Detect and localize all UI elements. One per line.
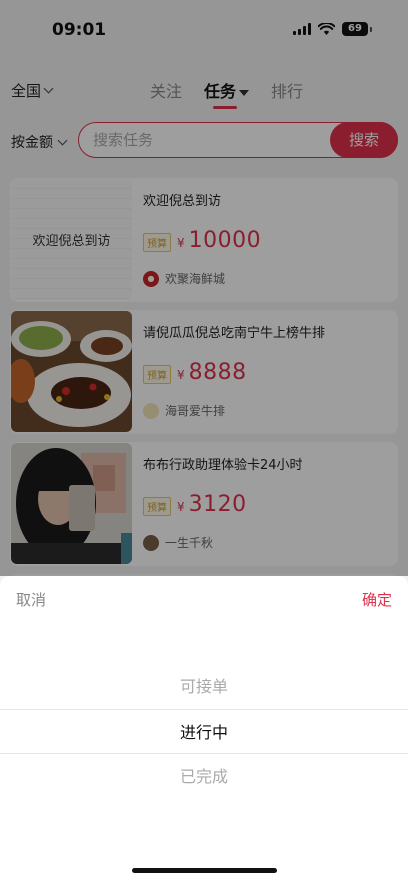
confirm-button[interactable]: 确定 xyxy=(362,589,392,610)
status-picker[interactable]: 可接单 进行中 已完成 xyxy=(0,664,408,799)
picker-option[interactable]: 可接单 xyxy=(0,664,408,709)
modal-overlay[interactable] xyxy=(0,0,408,576)
cancel-button[interactable]: 取消 xyxy=(16,589,46,610)
home-indicator xyxy=(132,868,277,873)
picker-option-selected[interactable]: 进行中 xyxy=(0,709,408,754)
status-picker-sheet: 取消 确定 可接单 进行中 已完成 xyxy=(0,576,408,883)
picker-option[interactable]: 已完成 xyxy=(0,754,408,799)
